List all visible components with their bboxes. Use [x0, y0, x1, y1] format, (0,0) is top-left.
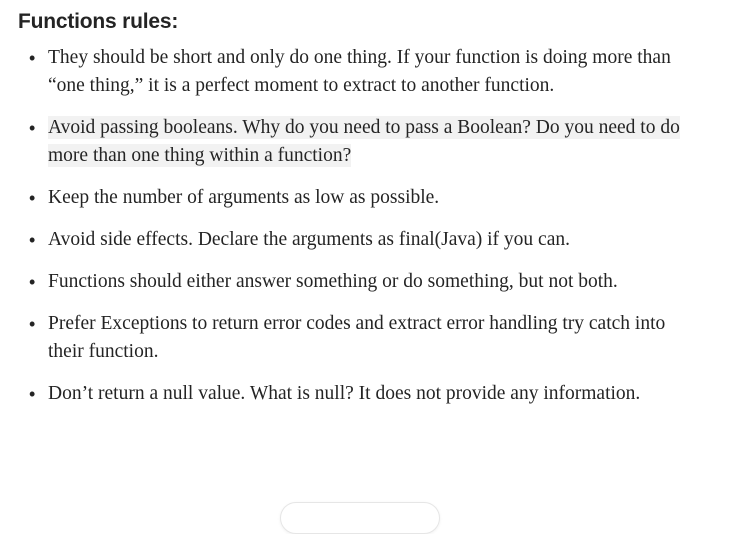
bullet-icon: • — [29, 48, 36, 68]
bullet-icon: • — [29, 118, 36, 138]
list-item: • Prefer Exceptions to return error code… — [0, 310, 733, 366]
bullet-icon: • — [29, 384, 36, 404]
list-item: • Functions should either answer somethi… — [0, 268, 733, 296]
list-item: • Avoid side effects. Declare the argume… — [0, 226, 733, 254]
bullet-icon: • — [29, 188, 36, 208]
list-item: • Don’t return a null value. What is nul… — [0, 380, 733, 408]
floating-action-bar[interactable] — [280, 502, 440, 534]
rule-text-highlighted[interactable]: Avoid passing booleans. Why do you need … — [48, 116, 680, 167]
rule-text: They should be short and only do one thi… — [48, 47, 671, 96]
bullet-icon: • — [29, 230, 36, 250]
rule-text: Don’t return a null value. What is null?… — [48, 383, 641, 404]
rules-list: • They should be short and only do one t… — [0, 44, 733, 422]
bullet-icon: • — [29, 272, 36, 292]
rule-text: Functions should either answer something… — [48, 271, 618, 292]
section-heading: Functions rules: — [18, 10, 179, 33]
list-item: • They should be short and only do one t… — [0, 44, 733, 100]
rule-text: Avoid side effects. Declare the argument… — [48, 229, 570, 250]
list-item-highlighted: • Avoid passing booleans. Why do you nee… — [0, 114, 733, 170]
list-item: • Keep the number of arguments as low as… — [0, 184, 733, 212]
bullet-icon: • — [29, 314, 36, 334]
rule-text: Prefer Exceptions to return error codes … — [48, 313, 666, 362]
rule-text: Keep the number of arguments as low as p… — [48, 187, 440, 208]
